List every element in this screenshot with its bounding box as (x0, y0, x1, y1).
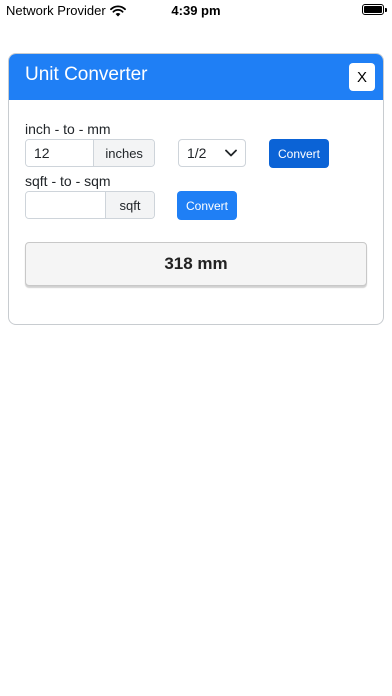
sqft-converter-label: sqft - to - sqm (25, 173, 111, 189)
result-display: 318 mm (25, 242, 367, 286)
sqft-value-input[interactable] (26, 192, 107, 218)
inches-unit-addon: inches (94, 140, 154, 166)
sqft-unit-addon: sqft (106, 192, 154, 218)
fraction-select[interactable]: 1/2 (178, 139, 246, 167)
modal-title: Unit Converter (25, 64, 148, 85)
inch-convert-button[interactable]: Convert (269, 139, 329, 168)
inch-value-input[interactable]: 12 (26, 140, 95, 166)
status-bar: Network Provider 4:39 pm (0, 0, 392, 22)
inch-input-group: 12 inches (25, 139, 155, 167)
modal-header: Unit Converter X (9, 54, 383, 100)
sqft-input-group: sqft (25, 191, 155, 219)
sqft-convert-button[interactable]: Convert (177, 191, 237, 220)
unit-converter-modal: Unit Converter X inch - to - mm 12 inche… (8, 53, 384, 325)
clock: 4:39 pm (171, 3, 221, 18)
fraction-select-value: 1/2 (187, 145, 207, 161)
chevron-down-icon (225, 149, 237, 157)
battery-icon (362, 4, 387, 15)
close-button[interactable]: X (349, 63, 375, 91)
inch-converter-label: inch - to - mm (25, 121, 111, 137)
